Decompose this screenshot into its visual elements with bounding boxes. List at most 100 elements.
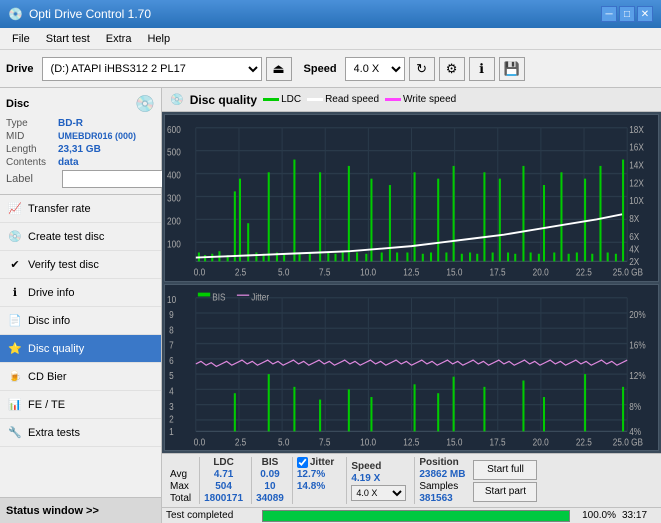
drive-info-icon: ℹ — [8, 286, 22, 300]
sidebar-item-create-test-disc[interactable]: 💿 Create test disc — [0, 223, 161, 251]
legend-read-speed: Read speed — [307, 94, 379, 105]
verify-icon: ✔ — [8, 258, 22, 272]
sidebar-item-label: Create test disc — [28, 231, 104, 243]
sidebar-item-label: Verify test disc — [28, 259, 99, 271]
menu-extra[interactable]: Extra — [98, 31, 140, 47]
stats-bis-avg: 0.09 — [260, 469, 279, 480]
maximize-button[interactable]: □ — [619, 6, 635, 22]
sidebar-item-verify-test-disc[interactable]: ✔ Verify test disc — [0, 251, 161, 279]
start-full-button[interactable]: Start full — [473, 460, 537, 480]
svg-text:4: 4 — [169, 385, 174, 396]
sidebar-item-drive-info[interactable]: ℹ Drive info — [0, 279, 161, 307]
minimize-button[interactable]: ─ — [601, 6, 617, 22]
sidebar-item-label: Transfer rate — [28, 203, 91, 215]
svg-text:0.0: 0.0 — [194, 267, 205, 278]
eject-button[interactable]: ⏏ — [266, 57, 292, 81]
sidebar-item-label: FE / TE — [28, 399, 65, 411]
menu-file[interactable]: File — [4, 31, 38, 47]
stats-samples-value: 381563 — [419, 493, 465, 504]
svg-text:18X: 18X — [629, 124, 644, 135]
svg-text:200: 200 — [167, 216, 181, 227]
disc-length-value: 23,31 GB — [58, 144, 101, 155]
svg-text:12%: 12% — [629, 370, 645, 381]
status-window-button[interactable]: Status window >> — [0, 497, 161, 523]
svg-text:4X: 4X — [629, 244, 639, 255]
disc-contents-row: Contents data — [6, 157, 155, 168]
svg-text:10X: 10X — [629, 195, 644, 206]
toolbar: Drive (D:) ATAPI iHBS312 2 PL17 ⏏ Speed … — [0, 50, 661, 88]
svg-text:2: 2 — [169, 413, 174, 424]
sidebar-item-transfer-rate[interactable]: 📈 Transfer rate — [0, 195, 161, 223]
jitter-label: Jitter — [310, 457, 334, 468]
stats-empty-header — [170, 457, 191, 468]
sidebar-item-label: Disc quality — [28, 343, 84, 355]
disc-type-value: BD-R — [58, 118, 83, 129]
settings-button[interactable]: ⚙ — [439, 57, 465, 81]
svg-text:500: 500 — [167, 147, 181, 158]
disc-quality-header: 💿 Disc quality LDC Read speed Write spee… — [162, 88, 661, 112]
fe-te-icon: 📊 — [8, 398, 22, 412]
svg-text:16X: 16X — [629, 142, 644, 153]
svg-text:5.0: 5.0 — [278, 436, 289, 447]
sidebar-item-label: Disc info — [28, 315, 70, 327]
stats-jitter-total — [297, 493, 334, 504]
stats-jitter-avg: 12.7% — [297, 469, 334, 480]
disc-length-label: Length — [6, 144, 58, 155]
stats-ldc-header: LDC — [213, 457, 234, 468]
speed-select-toolbar[interactable]: 4.0 X 1.0 X 2.0 X 6.0 X 8.0 X — [345, 57, 405, 81]
svg-text:3: 3 — [169, 400, 174, 411]
disc-mid-label: MID — [6, 131, 58, 142]
refresh-button[interactable]: ↻ — [409, 57, 435, 81]
stats-speed-select[interactable]: 4.0 X — [351, 485, 406, 501]
sidebar-item-fe-te[interactable]: 📊 FE / TE — [0, 391, 161, 419]
stats-jitter-max: 14.8% — [297, 481, 334, 492]
disc-quality-icon-header: 💿 — [170, 93, 184, 106]
svg-text:25.0 GB: 25.0 GB — [613, 267, 643, 278]
chart-ldc: 600 500 400 300 200 100 18X 16X 14X 12X … — [164, 114, 659, 282]
legend-write-speed: Write speed — [385, 94, 456, 105]
menu-help[interactable]: Help — [139, 31, 178, 47]
svg-text:1: 1 — [169, 426, 174, 437]
svg-text:17.5: 17.5 — [490, 267, 506, 278]
legend-ldc: LDC — [263, 94, 301, 105]
progress-time: 33:17 — [622, 510, 657, 521]
start-part-button[interactable]: Start part — [473, 482, 537, 502]
sidebar-item-disc-info[interactable]: 📄 Disc info — [0, 307, 161, 335]
menu-start-test[interactable]: Start test — [38, 31, 98, 47]
close-button[interactable]: ✕ — [637, 6, 653, 22]
svg-text:BIS: BIS — [212, 291, 225, 302]
svg-text:15.0: 15.0 — [446, 436, 462, 447]
stats-ldc-total: 1800171 — [204, 493, 243, 504]
menu-bar: File Start test Extra Help — [0, 28, 661, 50]
progress-bar-container: Test completed 100.0% 33:17 — [162, 507, 661, 523]
svg-text:10.0: 10.0 — [360, 267, 376, 278]
stats-bar: Avg Max Total LDC 4.71 504 1800171 BIS 0… — [162, 453, 661, 507]
svg-text:6: 6 — [169, 355, 174, 366]
disc-section-title: Disc — [6, 98, 29, 110]
disc-label-label: Label — [6, 173, 58, 185]
save-button[interactable]: 💾 — [499, 57, 525, 81]
svg-text:20%: 20% — [629, 309, 645, 320]
disc-icon: 💿 — [135, 94, 155, 114]
sidebar-item-cd-bier[interactable]: 🍺 CD Bier — [0, 363, 161, 391]
disc-info-icon: 📄 — [8, 314, 22, 328]
sidebar-item-disc-quality[interactable]: ⭐ Disc quality — [0, 335, 161, 363]
sidebar-item-extra-tests[interactable]: 🔧 Extra tests — [0, 419, 161, 447]
sidebar: Disc 💿 Type BD-R MID UMEBDR016 (000) Len… — [0, 88, 162, 523]
position-header: Position — [419, 457, 465, 468]
disc-mid-row: MID UMEBDR016 (000) — [6, 131, 155, 142]
charts-area: 600 500 400 300 200 100 18X 16X 14X 12X … — [162, 112, 661, 453]
legend-ldc-label: LDC — [281, 94, 301, 105]
legend-read-speed-color — [307, 98, 323, 101]
drive-select[interactable]: (D:) ATAPI iHBS312 2 PL17 — [42, 57, 262, 81]
svg-text:22.5: 22.5 — [576, 436, 592, 447]
info-button[interactable]: ℹ — [469, 57, 495, 81]
svg-text:2.5: 2.5 — [235, 267, 246, 278]
speed-header: Speed — [351, 461, 406, 472]
speed-label: Speed — [304, 63, 337, 75]
progress-track — [262, 510, 570, 522]
jitter-checkbox[interactable] — [297, 457, 308, 468]
disc-type-row: Type BD-R — [6, 118, 155, 129]
svg-text:12.5: 12.5 — [403, 267, 419, 278]
stats-speed-value: 4.19 X — [351, 473, 406, 484]
